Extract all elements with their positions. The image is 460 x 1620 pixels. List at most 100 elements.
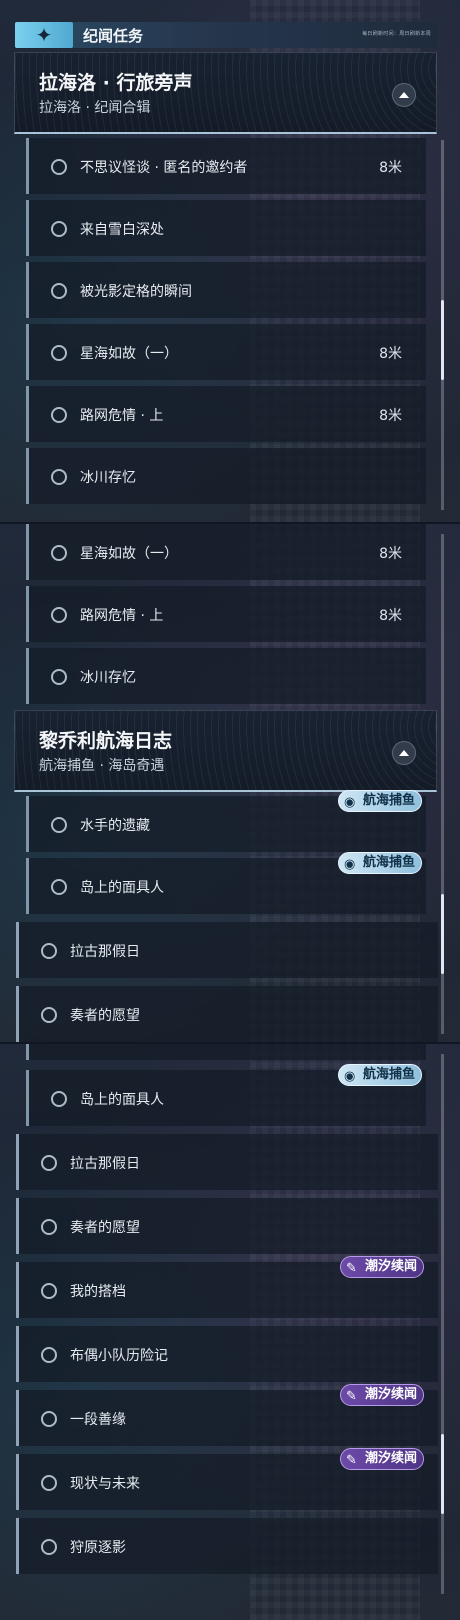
task-label: 岛上的面具人 (80, 880, 164, 896)
badge-label: 航海捕鱼 (363, 1067, 416, 1082)
task-distance: 8米 (379, 608, 402, 624)
radio-circle-icon (51, 283, 67, 299)
group-subtitle: 航海捕鱼 · 海岛奇遇 (39, 758, 165, 774)
task-row[interactable]: 拉古那假日 (16, 1134, 438, 1190)
badge-label: 潮汐续闻 (365, 1387, 418, 1402)
tide-badge: ✎ 潮汐续闻 (340, 1448, 425, 1470)
task-label: 狩原逐影 (70, 1540, 126, 1556)
tide-badge: ✎ 潮汐续闻 (340, 1256, 425, 1278)
task-label: 冰川存忆 (80, 470, 136, 486)
badge-label: 潮汐续闻 (365, 1451, 418, 1466)
radio-circle-icon (41, 1475, 57, 1491)
section-header-note: 每日刷新时间：周日刷新本周 (362, 31, 431, 37)
group-header-lahailuo[interactable]: 拉海洛 · 行旅旁声 拉海洛 · 纪闻合辑 (14, 52, 437, 134)
task-row[interactable]: 被光影定格的瞬间 (26, 262, 426, 318)
scrollbar-thumb[interactable] (441, 894, 444, 974)
task-label: 一段善缘 (70, 1412, 126, 1428)
collapse-button[interactable] (392, 741, 416, 765)
group-header-liqiaoli[interactable]: 黎乔利航海日志 航海捕鱼 · 海岛奇遇 (14, 710, 437, 792)
task-row[interactable]: 冰川存忆 (26, 448, 426, 504)
radio-circle-icon (41, 1007, 57, 1023)
task-row[interactable]: 不思议怪谈 · 匿名的邀约者 8米 (26, 138, 426, 194)
radio-circle-icon (51, 345, 67, 361)
fishing-badge: ◉ 航海捕鱼 (338, 790, 423, 812)
quill-icon: ✎ (346, 1389, 357, 1404)
task-label: 拉古那假日 (70, 944, 140, 960)
task-distance: 8米 (379, 546, 402, 562)
radio-circle-icon (51, 407, 67, 423)
task-row[interactable]: 奏者的愿望 (16, 1198, 438, 1254)
task-row[interactable]: 冰川存忆 (26, 648, 426, 704)
task-label: 路网危情 · 上 (80, 608, 164, 624)
task-row[interactable]: 星海如故（一） 8米 (26, 324, 426, 380)
task-distance: 8米 (379, 408, 402, 424)
screen-segment-1: ✦ 纪闻任务 每日刷新时间：周日刷新本周 拉海洛 · 行旅旁声 拉海洛 · 纪闻… (0, 0, 460, 522)
scrollbar-thumb[interactable] (441, 300, 444, 380)
radio-circle-icon (51, 1091, 67, 1107)
task-row[interactable]: 布偶小队历险记 (16, 1326, 438, 1382)
task-label: 不思议怪谈 · 匿名的邀约者 (80, 160, 248, 176)
task-label: 我的搭档 (70, 1284, 126, 1300)
radio-circle-icon (51, 817, 67, 833)
section-title: 纪闻任务 (83, 27, 144, 45)
badge-label: 潮汐续闻 (365, 1259, 418, 1274)
radio-circle-icon (41, 1283, 57, 1299)
radio-circle-icon (41, 943, 57, 959)
chevron-up-icon (399, 92, 409, 98)
task-label: 水手的遗藏 (80, 818, 150, 834)
task-label: 岛上的面具人 (80, 1092, 164, 1108)
scrollbar-thumb[interactable] (441, 1434, 444, 1514)
task-label: 路网危情 · 上 (80, 408, 164, 424)
radio-circle-icon (51, 879, 67, 895)
radio-circle-icon (51, 221, 67, 237)
radio-circle-icon (41, 1347, 57, 1363)
fishing-badge: ◉ 航海捕鱼 (338, 1064, 423, 1086)
task-label: 冰川存忆 (80, 670, 136, 686)
task-label: 拉古那假日 (70, 1156, 140, 1172)
quill-icon: ✎ (346, 1261, 357, 1276)
quill-icon: ✎ (346, 1453, 357, 1468)
wave-icon: ◉ (344, 1069, 356, 1084)
fishing-badge: ◉ 航海捕鱼 (338, 852, 423, 874)
task-distance: 8米 (379, 346, 402, 362)
task-row[interactable]: 路网危情 · 上 8米 (26, 386, 426, 442)
radio-circle-icon (41, 1219, 57, 1235)
sparkle-icon: ✦ (15, 22, 73, 48)
task-row[interactable]: 奏者的愿望 (16, 986, 438, 1042)
radio-circle-icon (51, 607, 67, 623)
screen-segment-3: 岛上的面具人 ◉ 航海捕鱼 拉古那假日 奏者的愿望 我的搭档 ✎ 潮汐续闻 布偶小队… (0, 1044, 460, 1620)
task-row[interactable]: 拉古那假日 (16, 922, 438, 978)
screen-segment-2: 星海如故（一） 8米 路网危情 · 上 8米 冰川存忆 黎乔利航海日志 航海捕鱼… (0, 524, 460, 1042)
collapse-button[interactable] (392, 83, 416, 107)
group-subtitle: 拉海洛 · 纪闻合辑 (39, 100, 151, 116)
task-label: 星海如故（一） (80, 546, 178, 562)
task-row[interactable]: 星海如故（一） 8米 (26, 524, 426, 580)
section-header: ✦ 纪闻任务 每日刷新时间：周日刷新本周 (15, 22, 437, 48)
radio-circle-icon (51, 545, 67, 561)
task-label: 星海如故（一） (80, 346, 178, 362)
chevron-up-icon (399, 750, 409, 756)
task-label: 奏者的愿望 (70, 1008, 140, 1024)
badge-label: 航海捕鱼 (363, 793, 416, 808)
radio-circle-icon (41, 1411, 57, 1427)
task-label: 被光影定格的瞬间 (80, 284, 192, 300)
task-label: 布偶小队历险记 (70, 1348, 168, 1364)
task-row-partial[interactable] (26, 1044, 426, 1060)
task-distance: 8米 (379, 160, 402, 176)
radio-circle-icon (41, 1539, 57, 1555)
task-label: 奏者的愿望 (70, 1220, 140, 1236)
wave-icon: ◉ (344, 857, 356, 872)
group-title: 黎乔利航海日志 (39, 730, 173, 752)
task-label: 现状与未来 (70, 1476, 140, 1492)
group-title: 拉海洛 · 行旅旁声 (39, 72, 193, 94)
wave-icon: ◉ (344, 795, 356, 810)
badge-label: 航海捕鱼 (363, 855, 416, 870)
task-row[interactable]: 狩原逐影 (16, 1518, 438, 1574)
tide-badge: ✎ 潮汐续闻 (340, 1384, 425, 1406)
radio-circle-icon (51, 159, 67, 175)
radio-circle-icon (41, 1155, 57, 1171)
task-label: 来自雪白深处 (80, 222, 164, 238)
task-row[interactable]: 来自雪白深处 (26, 200, 426, 256)
task-row[interactable]: 路网危情 · 上 8米 (26, 586, 426, 642)
radio-circle-icon (51, 669, 67, 685)
